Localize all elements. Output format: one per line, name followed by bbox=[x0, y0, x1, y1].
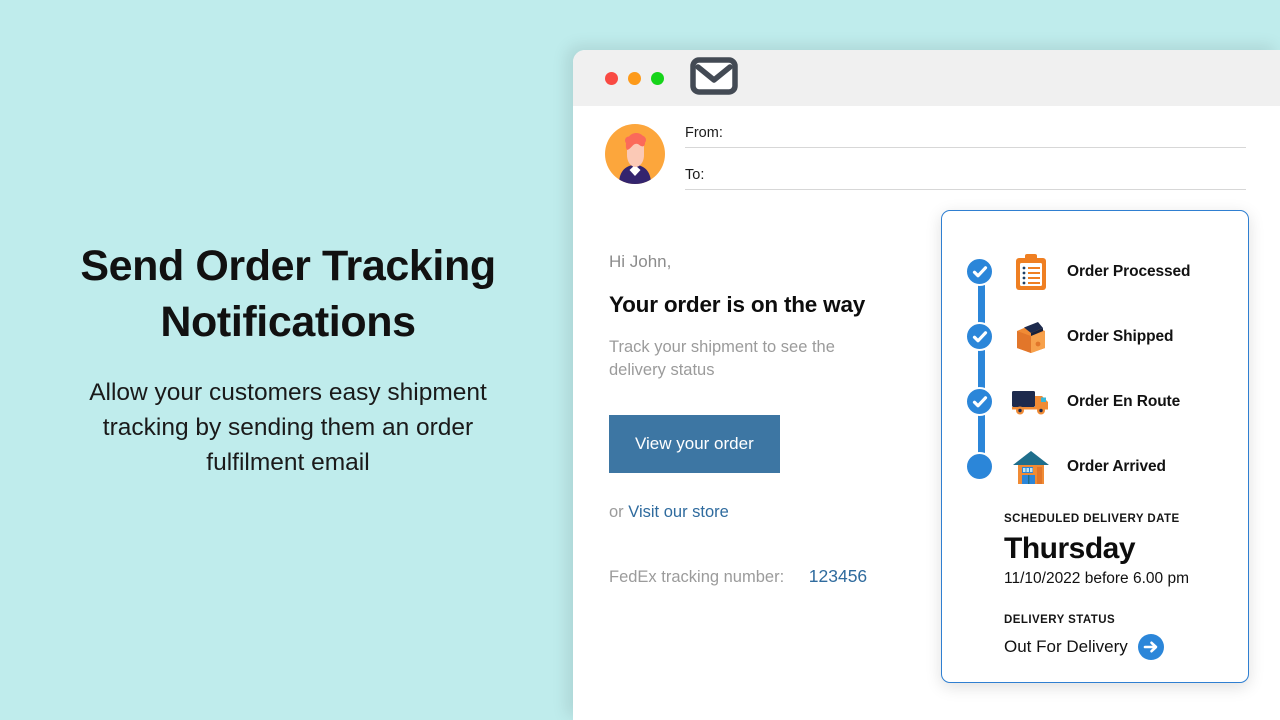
timeline-step-order-shipped[interactable]: Order Shipped bbox=[965, 304, 1248, 369]
current-step-dot-icon bbox=[965, 452, 994, 481]
window-titlebar bbox=[573, 50, 1280, 106]
view-order-button[interactable]: View your order bbox=[609, 414, 780, 473]
delivery-truck-icon bbox=[1011, 387, 1051, 417]
close-window-dot[interactable] bbox=[605, 71, 618, 85]
delivery-status-caption: DELIVERY STATUS bbox=[1004, 613, 1116, 626]
delivery-status-row: Out For Delivery bbox=[1004, 633, 1248, 660]
order-tracking-card: Order Processed Order Shipped Order En R… bbox=[941, 210, 1249, 683]
maximize-window-dot[interactable] bbox=[651, 71, 664, 85]
scheduled-delivery-caption: SCHEDULED DELIVERY DATE bbox=[1004, 513, 1180, 525]
envelope-icon bbox=[690, 56, 738, 100]
email-header: From: To: bbox=[573, 106, 1280, 208]
order-status-timeline: Order Processed Order Shipped Order En R… bbox=[942, 239, 1248, 499]
store-prefix-text: or bbox=[609, 502, 624, 521]
greeting-text: Hi John, bbox=[609, 252, 672, 271]
timeline-step-order-en-route[interactable]: Order En Route bbox=[965, 369, 1248, 434]
email-subject: Your order is on the way bbox=[609, 292, 866, 317]
arrow-right-circle-icon[interactable] bbox=[1137, 633, 1164, 660]
from-label: From: bbox=[685, 125, 723, 141]
visit-store-line: or Visit our store bbox=[609, 503, 969, 522]
window-controls bbox=[605, 71, 664, 85]
check-circle-icon bbox=[965, 387, 994, 416]
email-subtitle: Track your shipment to see the delivery … bbox=[609, 338, 835, 380]
tracking-number-label: FedEx tracking number: bbox=[609, 567, 785, 586]
tracking-number-line: FedEx tracking number: 123456 bbox=[609, 566, 969, 587]
visit-store-link[interactable]: Visit our store bbox=[628, 503, 729, 521]
from-field-row[interactable]: From: bbox=[685, 124, 1246, 148]
storefront-icon bbox=[1011, 449, 1051, 485]
timeline-step-label: Order Processed bbox=[1067, 262, 1191, 280]
delivery-status-value: Out For Delivery bbox=[1004, 636, 1128, 656]
timeline-step-order-arrived[interactable]: Order Arrived bbox=[965, 434, 1248, 499]
to-field-row[interactable]: To: bbox=[685, 166, 1246, 190]
delivery-day-value: Thursday bbox=[1004, 532, 1136, 565]
check-circle-icon bbox=[965, 257, 994, 286]
timeline-step-label: Order Arrived bbox=[1067, 457, 1166, 475]
tracking-number-value[interactable]: 123456 bbox=[809, 566, 867, 586]
email-address-fields: From: To: bbox=[685, 120, 1246, 208]
to-label: To: bbox=[685, 167, 705, 183]
delivery-details: SCHEDULED DELIVERY DATE Thursday 11/10/2… bbox=[942, 499, 1248, 660]
timeline-step-label: Order Shipped bbox=[1067, 327, 1174, 345]
promo-subtext: Allow your customers easy shipment track… bbox=[89, 379, 487, 476]
email-message-column: Hi John, Your order is on the way Track … bbox=[609, 252, 969, 587]
minimize-window-dot[interactable] bbox=[628, 71, 641, 85]
clipboard-icon bbox=[1011, 253, 1051, 291]
timeline-step-order-processed[interactable]: Order Processed bbox=[965, 239, 1248, 304]
timeline-step-label: Order En Route bbox=[1067, 392, 1181, 410]
avatar bbox=[605, 124, 665, 184]
check-circle-icon bbox=[965, 322, 994, 351]
delivery-datetime-value: 11/10/2022 before 6.00 pm bbox=[1004, 569, 1189, 587]
page-title: Send Order Tracking Notifications bbox=[80, 242, 496, 346]
package-box-icon bbox=[1011, 320, 1051, 354]
promo-panel: Send Order Tracking Notifications Allow … bbox=[0, 0, 576, 720]
